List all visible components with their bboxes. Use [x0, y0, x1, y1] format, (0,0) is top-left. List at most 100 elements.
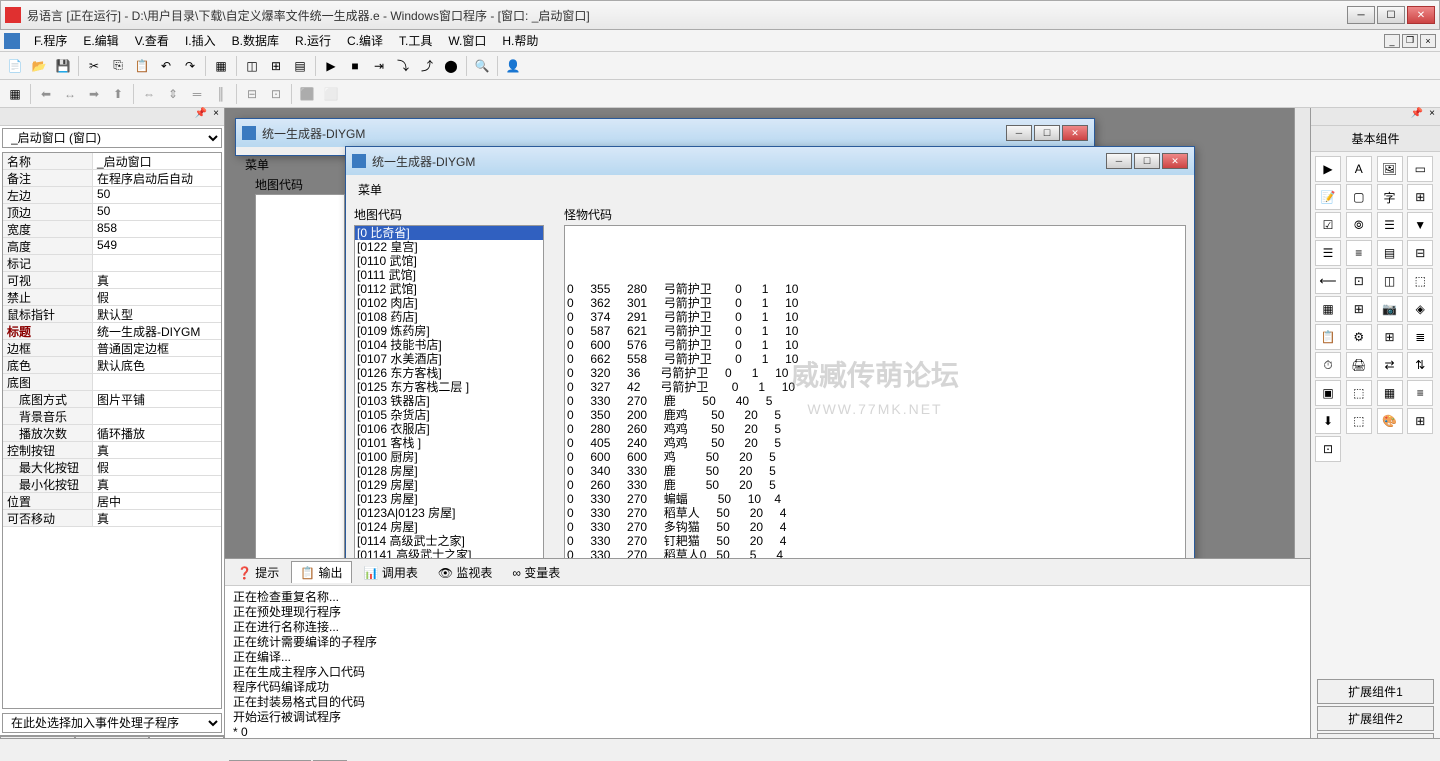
- copy-icon[interactable]: ⎘: [107, 55, 129, 77]
- tool-37[interactable]: ⬚: [1346, 408, 1372, 434]
- palette-close-icon[interactable]: ×: [1426, 108, 1438, 125]
- monster-row[interactable]: 0 350 200 鹿鸡 50 20 5: [567, 408, 1183, 422]
- map-item[interactable]: [0107 水美酒店]: [355, 352, 543, 366]
- menu-R.运行[interactable]: R.运行: [287, 30, 339, 51]
- map-item[interactable]: [0112 武馆]: [355, 282, 543, 296]
- event-selector[interactable]: 在此处选择加入事件处理子程序: [2, 713, 222, 733]
- map-item[interactable]: [01141 高级武士之家]: [355, 548, 543, 558]
- map-item[interactable]: [0103 铁器店]: [355, 394, 543, 408]
- prop-row-可否移动[interactable]: 可否移动真: [3, 510, 221, 527]
- help-icon[interactable]: 👤: [502, 55, 524, 77]
- monster-row[interactable]: 0 327 42 弓箭护卫 0 1 10: [567, 380, 1183, 394]
- dist-v-icon[interactable]: ⇕: [162, 83, 184, 105]
- bottom-tab-提示[interactable]: ❓ 提示: [229, 561, 287, 583]
- tool-0[interactable]: ▶: [1315, 156, 1341, 182]
- child2-close[interactable]: ✕: [1162, 153, 1188, 169]
- monster-row[interactable]: 0 330 270 多钩猫 50 20 4: [567, 520, 1183, 534]
- monster-row[interactable]: 0 330 270 稻草人0 50 5 4: [567, 548, 1183, 558]
- runtime-window[interactable]: 统一生成器-DIYGM ─ ☐ ✕ 菜单 地图代码 [0 比奇省][0122 皇…: [345, 146, 1195, 558]
- map-item[interactable]: [0124 房屋]: [355, 520, 543, 534]
- map-item[interactable]: [0111 武馆]: [355, 268, 543, 282]
- prop-row-高度[interactable]: 高度549: [3, 238, 221, 255]
- prop-row-可视[interactable]: 可视真: [3, 272, 221, 289]
- menu-B.数据库[interactable]: B.数据库: [224, 30, 287, 51]
- palette-btn-扩展组件1[interactable]: 扩展组件1: [1317, 679, 1434, 704]
- tool-39[interactable]: ⊞: [1407, 408, 1433, 434]
- monster-row[interactable]: 0 260 330 鹿 50 20 5: [567, 478, 1183, 492]
- monster-row[interactable]: 0 330 270 鹿 50 40 5: [567, 394, 1183, 408]
- palette-pin-icon[interactable]: 📌: [1408, 108, 1426, 125]
- tool-24[interactable]: 📋: [1315, 324, 1341, 350]
- prop-row-播放次数[interactable]: 播放次数循环播放: [3, 425, 221, 442]
- menu-F.程序[interactable]: F.程序: [26, 30, 75, 51]
- prop-row-底色[interactable]: 底色默认底色: [3, 357, 221, 374]
- map-item[interactable]: [0106 衣服店]: [355, 422, 543, 436]
- monster-row[interactable]: 0 355 280 弓箭护卫 0 1 10: [567, 282, 1183, 296]
- map-item[interactable]: [0122 皇宫]: [355, 240, 543, 254]
- mdi-close[interactable]: ×: [1420, 34, 1436, 48]
- monster-row[interactable]: 0 587 621 弓箭护卫 0 1 10: [567, 324, 1183, 338]
- breakpoint-icon[interactable]: ⬤: [440, 55, 462, 77]
- monster-row[interactable]: 0 340 330 鹿 50 20 5: [567, 464, 1183, 478]
- child1-menu[interactable]: 菜单: [245, 156, 269, 173]
- tool-18[interactable]: ◫: [1377, 268, 1403, 294]
- monster-row[interactable]: 0 405 240 鸡鸡 50 20 5: [567, 436, 1183, 450]
- tool-33[interactable]: ⬚: [1346, 380, 1372, 406]
- run-icon[interactable]: ▶: [320, 55, 342, 77]
- tool-27[interactable]: ≣: [1407, 324, 1433, 350]
- prop-row-宽度[interactable]: 宽度858: [3, 221, 221, 238]
- align-right-icon[interactable]: ➡: [83, 83, 105, 105]
- map-item[interactable]: [0123 房屋]: [355, 492, 543, 506]
- paste-icon[interactable]: 📋: [131, 55, 153, 77]
- tool-10[interactable]: ☰: [1377, 212, 1403, 238]
- tool-22[interactable]: 📷: [1377, 296, 1403, 322]
- child2-minimize[interactable]: ─: [1106, 153, 1132, 169]
- monster-row[interactable]: 0 320 36 弓箭护卫 0 1 10: [567, 366, 1183, 380]
- back-icon[interactable]: ⬜: [320, 83, 342, 105]
- close-button[interactable]: ✕: [1407, 6, 1435, 24]
- align-center-icon[interactable]: ↔: [59, 83, 81, 105]
- prop-row-位置[interactable]: 位置居中: [3, 493, 221, 510]
- tool-17[interactable]: ⊡: [1346, 268, 1372, 294]
- tool-14[interactable]: ▤: [1377, 240, 1403, 266]
- menu-E.编辑[interactable]: E.编辑: [75, 30, 126, 51]
- prop-row-背景音乐[interactable]: 背景音乐: [3, 408, 221, 425]
- find-icon[interactable]: 🔍: [471, 55, 493, 77]
- map-item[interactable]: [0101 客栈 ]: [355, 436, 543, 450]
- tool-2[interactable]: 🖼: [1377, 156, 1403, 182]
- prop-row-备注[interactable]: 备注在程序启动后自动: [3, 170, 221, 187]
- menu-C.编译[interactable]: C.编译: [339, 30, 391, 51]
- tool-21[interactable]: ⊞: [1346, 296, 1372, 322]
- map-item[interactable]: [0108 药店]: [355, 310, 543, 324]
- minimize-button[interactable]: ─: [1347, 6, 1375, 24]
- tool-9[interactable]: ⦾: [1346, 212, 1372, 238]
- new-icon[interactable]: 📄: [4, 55, 26, 77]
- prop-row-鼠标指针[interactable]: 鼠标指针默认型: [3, 306, 221, 323]
- align-left-icon[interactable]: ⬅: [35, 83, 57, 105]
- prop-row-最大化按钮[interactable]: 最大化按钮假: [3, 459, 221, 476]
- tool-40[interactable]: ⊡: [1315, 436, 1341, 462]
- cut-icon[interactable]: ✂: [83, 55, 105, 77]
- map-item[interactable]: [0114 高级武士之家]: [355, 534, 543, 548]
- prop-row-顶边[interactable]: 顶边50: [3, 204, 221, 221]
- same-w-icon[interactable]: ═: [186, 83, 208, 105]
- tool-3[interactable]: ▭: [1407, 156, 1433, 182]
- output-text[interactable]: 正在检查重复名称...正在预处理现行程序正在进行名称连接...正在统计需要编译的…: [225, 586, 1310, 738]
- object-selector[interactable]: _启动窗口 (窗口): [2, 128, 222, 148]
- monster-row[interactable]: 0 662 558 弓箭护卫 0 1 10: [567, 352, 1183, 366]
- child2-menu[interactable]: 菜单: [350, 179, 1190, 200]
- tool-6[interactable]: 字: [1377, 184, 1403, 210]
- pane2-icon[interactable]: ⊞: [265, 55, 287, 77]
- save-icon[interactable]: 💾: [52, 55, 74, 77]
- tool-19[interactable]: ⬚: [1407, 268, 1433, 294]
- map-item[interactable]: [0110 武馆]: [355, 254, 543, 268]
- stop-icon[interactable]: ■: [344, 55, 366, 77]
- dist-h-icon[interactable]: ⇔: [138, 83, 160, 105]
- vertical-scrollbar[interactable]: [1294, 108, 1310, 558]
- tool-4[interactable]: 📝: [1315, 184, 1341, 210]
- prop-row-最小化按钮[interactable]: 最小化按钮真: [3, 476, 221, 493]
- child1-minimize[interactable]: ─: [1006, 125, 1032, 141]
- tool-11[interactable]: ▼: [1407, 212, 1433, 238]
- map-listbox[interactable]: [0 比奇省][0122 皇宫][0110 武馆][0111 武馆][0112 …: [354, 225, 544, 558]
- prop-row-标记[interactable]: 标记: [3, 255, 221, 272]
